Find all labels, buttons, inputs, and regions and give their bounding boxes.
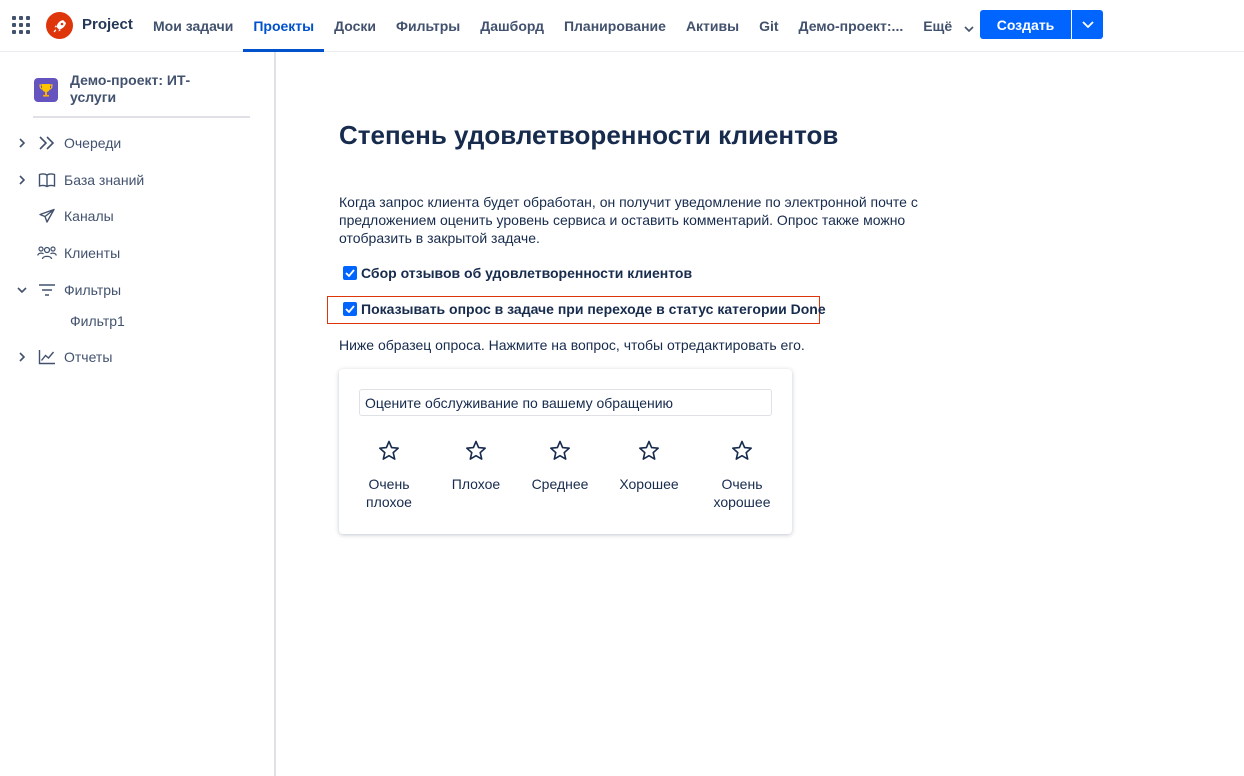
- project-name: Демо-проект: ИТ-услуги: [70, 72, 191, 105]
- survey-preview-card: Оцените обслуживание по вашему обращению…: [339, 369, 792, 534]
- app-switcher-icon[interactable]: [12, 16, 30, 34]
- people-icon: [36, 245, 58, 261]
- send-icon: [36, 208, 58, 224]
- rating-option-bad[interactable]: Плохое: [446, 439, 506, 493]
- rating-label-line2: плохое: [366, 494, 412, 510]
- sidebar-item-label: Каналы: [64, 208, 114, 224]
- rating-label-line1: Плохое: [451, 476, 501, 492]
- nav-assets[interactable]: Активы: [676, 0, 749, 52]
- sidebar-item-reports[interactable]: Отчеты: [14, 345, 112, 369]
- sidebar-item-label: Клиенты: [64, 245, 121, 261]
- nav-planning[interactable]: Планирование: [554, 0, 676, 52]
- sidebar-item-channels[interactable]: Каналы: [14, 204, 114, 228]
- rating-label-line1: Очень: [368, 476, 410, 492]
- product-name[interactable]: Project: [82, 16, 133, 33]
- survey-question-field[interactable]: Оцените обслуживание по вашему обращению: [359, 389, 772, 416]
- nav-boards[interactable]: Доски: [324, 0, 386, 52]
- sidebar-item-queues[interactable]: Очереди: [14, 131, 121, 155]
- rating-option-good[interactable]: Хорошее: [611, 439, 687, 493]
- star-icon: [732, 440, 752, 460]
- chevron-down-icon: [964, 1, 974, 53]
- create-button[interactable]: Создать: [980, 10, 1071, 39]
- rating-label-line1: Среднее: [531, 476, 589, 492]
- sidebar-item-label: Отчеты: [64, 349, 113, 365]
- checkbox-label: Показывать опрос в задаче при переходе в…: [361, 301, 826, 317]
- project-header[interactable]: Демо-проект: ИТ-услуги: [34, 72, 220, 106]
- sidebar-item-label: Очереди: [64, 135, 122, 151]
- create-group: Создать: [980, 10, 1103, 39]
- chevron-down-icon[interactable]: [14, 287, 30, 293]
- nav-my-tasks[interactable]: Мои задачи: [143, 0, 243, 52]
- chevron-down-icon: [1081, 21, 1094, 28]
- chevrons-right-icon: [36, 135, 58, 151]
- rating-label-line1: Хорошее: [619, 476, 679, 492]
- rocket-logo-icon[interactable]: [46, 12, 73, 39]
- nav-more-label: Ещё: [923, 18, 953, 34]
- rating-option-very-bad[interactable]: Очень плохое: [364, 439, 414, 511]
- checkbox-label: Сбор отзывов об удовлетворенности клиент…: [361, 265, 693, 281]
- page-description: Когда запрос клиента будет обработан, он…: [339, 194, 918, 246]
- nav-projects[interactable]: Проекты: [243, 0, 325, 52]
- chevron-right-icon[interactable]: [14, 175, 30, 185]
- checkbox-checked-icon[interactable]: [343, 266, 357, 280]
- nav-demo-project[interactable]: Демо-проект:...: [789, 0, 914, 52]
- star-icon: [550, 440, 570, 460]
- chart-icon: [36, 349, 58, 365]
- collect-feedback-checkbox-row[interactable]: Сбор отзывов об удовлетворенности клиент…: [343, 265, 692, 281]
- rating-option-very-good[interactable]: Очень хорошее: [707, 439, 777, 511]
- survey-hint: Ниже образец опроса. Нажмите на вопрос, …: [339, 337, 805, 353]
- show-survey-checkbox-row[interactable]: Показывать опрос в задаче при переходе в…: [343, 301, 826, 317]
- rating-option-average[interactable]: Среднее: [525, 439, 595, 493]
- top-navigation: Project Мои задачи Проекты Доски Фильтры…: [0, 0, 1244, 52]
- star-icon: [379, 440, 399, 460]
- star-icon: [466, 440, 486, 460]
- rating-label-line1: Очень: [721, 476, 763, 492]
- book-icon: [36, 172, 58, 188]
- star-icon: [639, 440, 659, 460]
- chevron-right-icon[interactable]: [14, 138, 30, 148]
- sidebar-item-label: База знаний: [64, 172, 145, 188]
- nav-filters[interactable]: Фильтры: [386, 0, 470, 52]
- nav-more[interactable]: Ещё: [913, 0, 984, 52]
- page-title: Степень удовлетворенности клиентов: [339, 120, 839, 150]
- filter-icon: [36, 282, 58, 298]
- project-sidebar: Демо-проект: ИТ-услуги Очереди База знан…: [0, 52, 276, 776]
- sidebar-divider: [33, 116, 250, 118]
- sidebar-item-label: Фильтры: [64, 282, 122, 298]
- sidebar-item-filters[interactable]: Фильтры: [14, 278, 121, 302]
- sidebar-item-customers[interactable]: Клиенты: [14, 241, 120, 265]
- chevron-right-icon[interactable]: [14, 352, 30, 362]
- rating-label-line2: хорошее: [713, 494, 771, 510]
- nav-git[interactable]: Git: [749, 0, 788, 52]
- trophy-icon: [34, 78, 58, 102]
- create-dropdown-button[interactable]: [1072, 10, 1103, 39]
- nav-dashboard[interactable]: Дашборд: [470, 0, 554, 52]
- checkbox-checked-icon[interactable]: [343, 302, 357, 316]
- primary-nav: Мои задачи Проекты Доски Фильтры Дашборд…: [143, 0, 984, 52]
- sidebar-subitem-filter1[interactable]: Фильтр1: [70, 313, 125, 329]
- sidebar-item-knowledge-base[interactable]: База знаний: [14, 168, 144, 192]
